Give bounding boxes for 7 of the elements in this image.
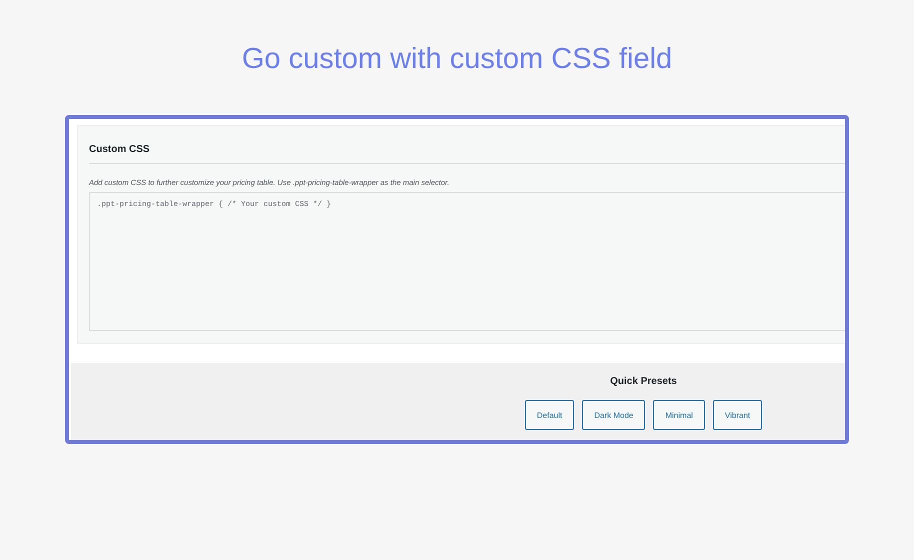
preset-button[interactable]: Vibrant [712, 400, 762, 430]
preset-button[interactable]: Default [524, 400, 574, 430]
presets-title: Quick Presets [610, 376, 677, 387]
preset-button[interactable]: Minimal [653, 400, 705, 430]
promo-heading: Go custom with custom CSS field [240, 42, 674, 72]
preset-button[interactable]: Dark Mode [582, 400, 646, 430]
section-title: Custom CSS [89, 126, 845, 164]
